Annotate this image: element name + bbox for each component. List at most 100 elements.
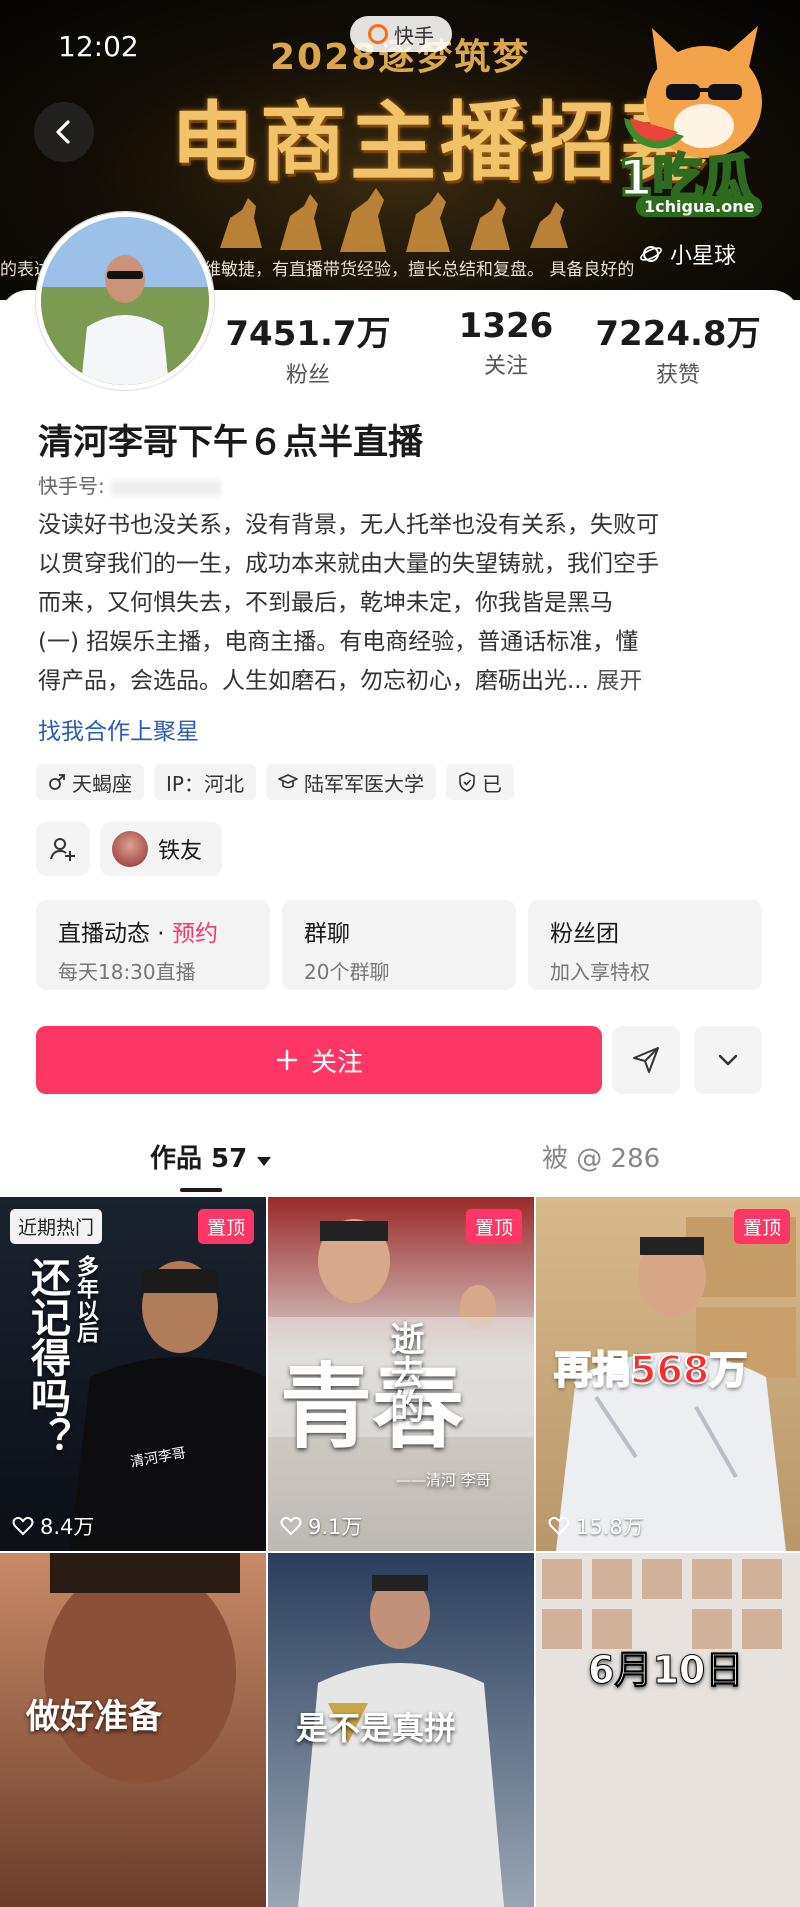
app-badge: 快手 [350, 16, 452, 52]
thumbnail-subtitle: 逝去的 [384, 1321, 424, 1423]
profile-bio: 没读好书也没关系，没有背景，无人托举也没有关系，失败可 以贯穿我们的一生，成功本… [38, 506, 748, 701]
video-thumbnail[interactable]: 还记得吗？ 多年以后 清河李哥 近期热门 置顶 8.4万 [0, 1197, 266, 1551]
stat-following[interactable]: 1326 关注 [416, 306, 596, 380]
collab-link[interactable]: 找我合作上聚星 [38, 712, 199, 746]
tab-works-label: 作品 57 [150, 1144, 248, 1174]
chevron-down-icon [718, 1054, 738, 1066]
send-message-button[interactable] [612, 1026, 680, 1094]
pinned-badge: 置顶 [733, 1209, 790, 1244]
follow-button[interactable]: 关注 [36, 1026, 602, 1094]
like-count-text: 8.4万 [40, 1515, 95, 1539]
card-title: 直播动态 · 预约 [58, 914, 248, 948]
card-subtitle: 每天18:30直播 [58, 960, 196, 984]
video-thumbnail[interactable]: 做好准备 [0, 1553, 266, 1907]
stat-label: 获赞 [655, 363, 700, 388]
tag-text: IP：河北 [166, 771, 244, 796]
card-subtitle: 20个群聊 [304, 960, 390, 984]
bio-line: (一) 招娱乐主播，电商主播。有电商经验，普通话标准，懂 [38, 629, 639, 655]
shield-icon [459, 772, 475, 792]
planet-label: 小星球 [670, 244, 737, 269]
like-count: 15.8万 [548, 1511, 644, 1541]
stat-value: 7224.8万 [595, 314, 761, 354]
friend-chip[interactable]: 铁友 [100, 822, 223, 876]
friend-chip-label: 铁友 [158, 839, 203, 864]
card-subtitle: 加入享特权 [550, 960, 650, 984]
bio-line: 得产品，会选品。人生如磨石，勿忘初心，磨砺出光... 展开 [38, 662, 748, 701]
tag-text: 已 [481, 771, 502, 796]
video-thumbnail[interactable]: 6月10日 [536, 1553, 800, 1907]
card-title-text: 直播动态 · [58, 921, 172, 947]
tag-ip-location: IP：河北 [154, 764, 256, 800]
watermark-url: 1chigua.one [636, 196, 763, 217]
app-name: 快手 [394, 23, 434, 48]
planet-link[interactable]: 小星球 [640, 238, 736, 270]
stat-likes[interactable]: 7224.8万 获赞 [588, 306, 768, 389]
like-count: 9.1万 [280, 1511, 362, 1541]
tag-school[interactable]: 陆军军医大学 [265, 764, 436, 800]
live-schedule-card[interactable]: 直播动态 · 预约 每天18:30直播 [36, 900, 270, 990]
stat-value: 1326 [458, 306, 554, 346]
bio-line: 以贯穿我们的一生，成功本来就由大量的失望铸就，我们空手 [38, 551, 659, 577]
card-title: 粉丝团 [550, 921, 619, 947]
hot-badge: 近期热门 [10, 1209, 103, 1244]
info-cards: 直播动态 · 预约 每天18:30直播 群聊 20个群聊 粉丝团 加入享特权 [36, 900, 762, 990]
card-title: 群聊 [304, 921, 350, 947]
back-button[interactable] [34, 102, 94, 162]
status-time: 12:02 [58, 30, 139, 63]
send-icon [633, 1047, 659, 1073]
tag-verified[interactable]: 已 [445, 764, 514, 800]
friends-row: 铁友 [36, 822, 223, 876]
like-count-text: 9.1万 [308, 1515, 363, 1539]
plus-icon [276, 1049, 298, 1071]
fan-club-card[interactable]: 粉丝团 加入享特权 [528, 900, 762, 990]
stat-label: 粉丝 [285, 363, 330, 388]
more-dropdown-button[interactable] [694, 1026, 762, 1094]
heart-icon [12, 1516, 34, 1536]
thumbnail-title: 再捐568万 [553, 1347, 748, 1393]
pinned-badge: 置顶 [465, 1209, 522, 1244]
stat-value: 7451.7万 [225, 314, 391, 354]
reserve-link[interactable]: 预约 [172, 921, 218, 947]
thumbnail-title: 是不是真拼 [296, 1709, 457, 1747]
follow-label: 关注 [310, 1047, 363, 1078]
thumbnail-collage [542, 1559, 782, 1649]
bio-line-text: 得产品，会选品。人生如磨石，勿忘初心，磨砺出光... [38, 668, 597, 694]
avatar[interactable] [36, 212, 214, 390]
video-thumbnail[interactable]: 再捐568万 置顶 15.8万 [536, 1197, 800, 1551]
profile-name: 清河李哥下午６点半直播 [38, 423, 424, 463]
tag-text: 天蝎座 [72, 771, 132, 796]
planet-icon [640, 246, 662, 262]
tab-active-indicator [180, 1188, 222, 1192]
avatar-photo [41, 217, 209, 385]
tag-zodiac[interactable]: 天蝎座 [36, 764, 144, 800]
horses-illustration [220, 188, 568, 252]
group-chat-card[interactable]: 群聊 20个群聊 [282, 900, 516, 990]
stat-fans[interactable]: 7451.7万 粉丝 [218, 306, 398, 389]
tag-text: 陆军军医大学 [303, 771, 424, 796]
heart-icon [548, 1516, 570, 1536]
kuaishou-id-label: 快手号: [38, 474, 105, 498]
like-count: 8.4万 [12, 1511, 94, 1541]
thumbnail-subtitle: 多年以后 [73, 1255, 99, 1343]
tab-works[interactable]: 作品 57 [150, 1138, 272, 1175]
thumbnail-signature: ——清河 李哥 [396, 1471, 491, 1489]
thumbnail-title: 还记得吗？ [24, 1257, 71, 1457]
video-thumbnail[interactable]: 是不是真拼 [268, 1553, 534, 1907]
heart-icon [280, 1516, 302, 1536]
thumbnail-title: 青春 [280, 1353, 465, 1461]
expand-bio-button[interactable]: 展开 [596, 668, 642, 694]
add-friend-button[interactable] [36, 822, 90, 876]
kuaishou-id[interactable]: 快手号: [38, 470, 222, 499]
pinned-badge: 置顶 [197, 1209, 254, 1244]
video-thumbnail[interactable]: 青春 逝去的 ——清河 李哥 置顶 9.1万 [268, 1197, 534, 1551]
bio-line: 而来，又何惧失去，不到最后，乾坤未定，你我皆是黑马 [38, 590, 613, 616]
profile-tags: 天蝎座 IP：河北 陆军军医大学 已 [36, 764, 514, 800]
add-user-icon [50, 838, 75, 861]
tab-mentions[interactable]: 被 @ 286 [542, 1138, 660, 1175]
chevron-left-icon [56, 120, 70, 144]
male-icon [49, 774, 65, 790]
thumbnail-title: 6月10日 [587, 1648, 744, 1693]
kuaishou-id-blurred [111, 479, 222, 496]
caret-down-icon [257, 1157, 272, 1166]
school-icon [277, 774, 298, 789]
